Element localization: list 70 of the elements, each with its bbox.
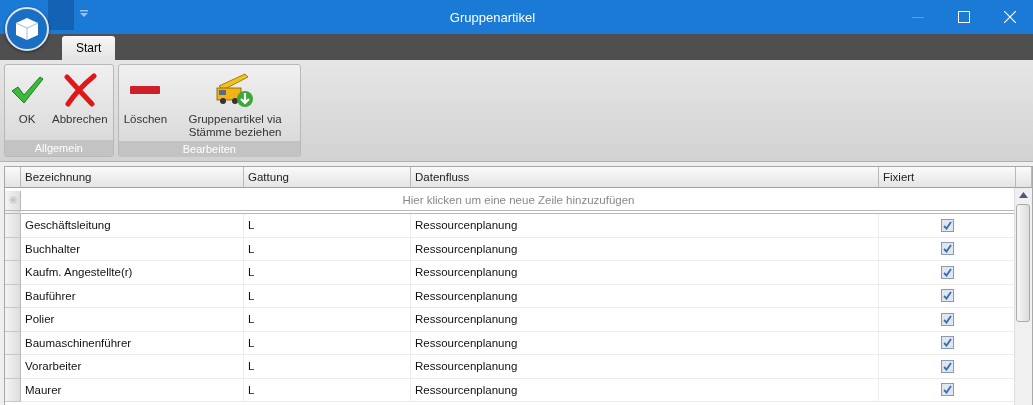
table-cell: L: [244, 331, 411, 355]
table-cell: Ressourcenplanung: [411, 214, 879, 238]
cross-icon: [61, 73, 98, 107]
asterisk-icon: [8, 196, 17, 205]
checkbox[interactable]: [941, 336, 954, 350]
row-header[interactable]: [5, 237, 21, 261]
checkbox[interactable]: [941, 289, 954, 303]
vertical-scrollbar[interactable]: [1014, 188, 1032, 405]
row-header[interactable]: [5, 214, 21, 238]
table-cell: Polier: [21, 308, 244, 332]
table-cell: Geschäftsleitung: [21, 214, 244, 238]
minimize-icon: [912, 16, 924, 18]
table-cell: Ressourcenplanung: [411, 261, 879, 285]
scroll-up-icon[interactable]: [1019, 192, 1028, 198]
checkbox[interactable]: [941, 359, 954, 373]
new-row-placeholder[interactable]: Hier klicken um eine neue Zeile hinzuzufügen: [21, 190, 1016, 214]
table-cell: Vorarbeiter: [21, 355, 244, 379]
ribbon-button[interactable]: Löschen: [120, 69, 171, 128]
table-cell: L: [244, 378, 411, 402]
table-cell: Ressourcenplanung: [411, 284, 879, 308]
ribbon-button[interactable]: OK: [7, 69, 47, 128]
checkbox[interactable]: [941, 383, 954, 397]
table-cell: L: [244, 355, 411, 379]
dropdown-icon[interactable]: [80, 10, 88, 18]
table-cell: Ressourcenplanung: [411, 378, 879, 402]
row-header[interactable]: [5, 284, 21, 308]
cube-icon: [14, 16, 40, 42]
table-cell: Ressourcenplanung: [411, 331, 879, 355]
table-cell: L: [244, 261, 411, 285]
table-cell: Bauführer: [21, 284, 244, 308]
checkmark-icon: [10, 75, 44, 105]
checkbox[interactable]: [941, 242, 954, 256]
column-header[interactable]: Datenfluss: [411, 167, 879, 188]
table-cell: L: [244, 214, 411, 238]
corner-header: [5, 167, 21, 188]
crane-truck-icon: [215, 72, 256, 108]
row-header[interactable]: [5, 378, 21, 402]
table-cell: Buchhalter: [21, 237, 244, 261]
row-header[interactable]: [5, 308, 21, 332]
table-cell: L: [244, 284, 411, 308]
ribbon-button[interactable]: Abbrechen: [49, 69, 111, 128]
ribbon-tab[interactable]: Start: [62, 36, 116, 60]
row-header[interactable]: [5, 331, 21, 355]
table-cell: L: [244, 237, 411, 261]
close-icon: [1004, 11, 1016, 23]
checkbox[interactable]: [941, 218, 954, 232]
column-header[interactable]: Gattung: [244, 167, 411, 188]
checkbox[interactable]: [941, 265, 954, 279]
app-menu-button[interactable]: [5, 7, 49, 51]
table-cell: L: [244, 308, 411, 332]
header-filler: [1016, 167, 1032, 188]
checkbox[interactable]: [941, 312, 954, 326]
table-cell: Ressourcenplanung: [411, 355, 879, 379]
table-cell: Ressourcenplanung: [411, 308, 879, 332]
table-cell: Ressourcenplanung: [411, 237, 879, 261]
table-cell: Maurer: [21, 378, 244, 402]
ribbon-button[interactable]: Gruppenartikel via Stämme beziehen: [172, 69, 299, 141]
row-header[interactable]: [5, 355, 21, 379]
scroll-thumb[interactable]: [1016, 204, 1030, 322]
table-cell: Kaufm. Angestellte(r): [21, 261, 244, 285]
row-header[interactable]: [5, 261, 21, 285]
quick-access-toolbar: [48, 0, 74, 30]
table-cell: Baumaschinenführer: [21, 331, 244, 355]
group-label: Allgemein: [5, 140, 113, 156]
column-header[interactable]: Bezeichnung: [21, 167, 244, 188]
group-label: Bearbeiten: [118, 141, 301, 157]
maximize-icon: [958, 11, 970, 23]
window-title: Gruppenartikel: [448, 9, 537, 25]
column-header[interactable]: Fixiert: [879, 167, 1016, 188]
minus-icon: [130, 85, 161, 95]
